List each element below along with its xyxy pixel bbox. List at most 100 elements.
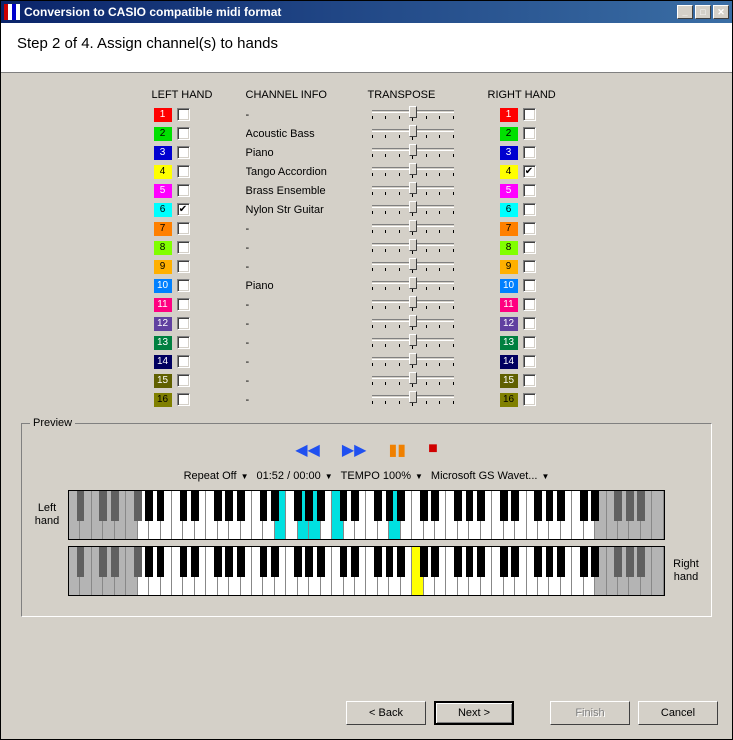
right-hand-checkbox[interactable] [523,241,536,254]
left-hand-checkbox[interactable] [177,222,190,235]
tempo-dropdown[interactable]: TEMPO 100%▼ [341,470,423,482]
step-header: Step 2 of 4. Assign channel(s) to hands [1,23,732,73]
channel-info: Tango Accordion [246,162,368,181]
right-hand-checkbox[interactable] [523,184,536,197]
right-hand-checkbox[interactable] [523,298,536,311]
left-hand-cell: 11 [142,295,246,314]
channel-number: 12 [154,317,172,331]
right-hand-checkbox[interactable] [523,108,536,121]
close-button[interactable]: ✕ [713,5,729,19]
minimize-button[interactable]: _ [677,5,693,19]
app-icon [4,4,20,20]
right-hand-checkbox[interactable] [523,355,536,368]
channel-info: Acoustic Bass [246,124,368,143]
transpose-slider[interactable] [368,393,458,407]
left-hand-checkbox[interactable] [177,146,190,159]
transpose-cell [368,124,488,143]
transpose-slider[interactable] [368,374,458,388]
transpose-slider[interactable] [368,298,458,312]
channel-number: 16 [500,393,518,407]
left-hand-checkbox[interactable] [177,336,190,349]
right-hand-cell: 5 [488,181,592,200]
channel-number: 13 [154,336,172,350]
right-hand-checkbox[interactable] [523,146,536,159]
left-hand-cell: 5 [142,181,246,200]
next-button[interactable]: Next > [434,701,514,725]
left-hand-checkbox[interactable] [177,260,190,273]
transpose-cell [368,200,488,219]
transpose-slider[interactable] [368,317,458,331]
left-hand-cell: 6✔ [142,200,246,219]
left-hand-label: Left hand [30,502,64,528]
right-hand-checkbox[interactable] [523,260,536,273]
left-hand-cell: 12 [142,314,246,333]
right-hand-cell: 10 [488,276,592,295]
back-button[interactable]: < Back [346,701,426,725]
right-hand-cell: 15 [488,371,592,390]
right-hand-checkbox[interactable] [523,317,536,330]
device-dropdown[interactable]: Microsoft GS Wavet...▼ [431,470,549,482]
transpose-slider[interactable] [368,241,458,255]
right-hand-checkbox[interactable] [523,222,536,235]
left-hand-checkbox[interactable] [177,298,190,311]
right-hand-checkbox[interactable] [523,336,536,349]
transpose-slider[interactable] [368,260,458,274]
forward-button[interactable]: ▶▶ [342,440,367,460]
left-hand-checkbox[interactable] [177,279,190,292]
transpose-slider[interactable] [368,336,458,350]
titlebar: Conversion to CASIO compatible midi form… [1,1,732,23]
right-hand-checkbox[interactable] [523,393,536,406]
transpose-cell [368,390,488,409]
rewind-button[interactable]: ◀◀ [295,440,320,460]
transpose-cell [368,219,488,238]
left-hand-checkbox[interactable]: ✔ [177,203,190,216]
right-hand-checkbox[interactable] [523,203,536,216]
channel-info: - [246,333,368,352]
left-hand-checkbox[interactable] [177,374,190,387]
right-hand-checkbox[interactable] [523,374,536,387]
left-hand-checkbox[interactable] [177,165,190,178]
channel-number: 9 [500,260,518,274]
pause-button[interactable]: ▮▮ [388,440,406,460]
transpose-cell [368,371,488,390]
channel-number: 1 [500,108,518,122]
right-hand-cell: 8 [488,238,592,257]
channel-number: 10 [500,279,518,293]
transpose-slider[interactable] [368,127,458,141]
transpose-slider[interactable] [368,222,458,236]
left-hand-checkbox[interactable] [177,355,190,368]
transpose-slider[interactable] [368,355,458,369]
left-hand-cell: 16 [142,390,246,409]
right-hand-cell: 3 [488,143,592,162]
left-hand-checkbox[interactable] [177,108,190,121]
left-hand-checkbox[interactable] [177,241,190,254]
transpose-cell [368,162,488,181]
transpose-slider[interactable] [368,146,458,160]
channel-number: 10 [154,279,172,293]
left-hand-checkbox[interactable] [177,184,190,197]
right-hand-checkbox[interactable]: ✔ [523,165,536,178]
maximize-button[interactable]: □ [695,5,711,19]
transpose-slider[interactable] [368,203,458,217]
transpose-cell [368,181,488,200]
channel-number: 12 [500,317,518,331]
transpose-slider[interactable] [368,108,458,122]
stop-button[interactable]: ■ [428,440,438,460]
channel-info: - [246,105,368,124]
channel-number: 1 [154,108,172,122]
channel-info: - [246,238,368,257]
right-hand-checkbox[interactable] [523,279,536,292]
right-hand-cell: 1 [488,105,592,124]
left-hand-checkbox[interactable] [177,127,190,140]
transpose-slider[interactable] [368,279,458,293]
channel-info: Piano [246,143,368,162]
left-hand-checkbox[interactable] [177,393,190,406]
cancel-button[interactable]: Cancel [638,701,718,725]
repeat-dropdown[interactable]: Repeat Off▼ [184,470,249,482]
right-hand-checkbox[interactable] [523,127,536,140]
time-dropdown[interactable]: 01:52 / 00:00▼ [257,470,333,482]
left-hand-checkbox[interactable] [177,317,190,330]
transpose-slider[interactable] [368,165,458,179]
transpose-slider[interactable] [368,184,458,198]
right-hand-cell: 4✔ [488,162,592,181]
